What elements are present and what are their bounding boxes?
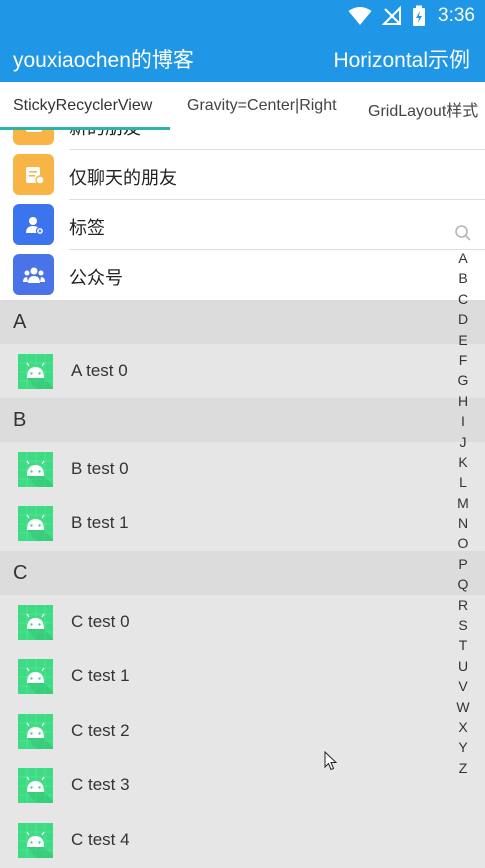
header-item-tags[interactable]: 标签 bbox=[0, 200, 485, 250]
section-letter: A bbox=[13, 311, 27, 333]
index-letter-r[interactable]: R bbox=[450, 595, 476, 615]
horizontal-example-button[interactable]: Horizontal示例 bbox=[333, 44, 470, 74]
tab-bar: StickyRecyclerView Gravity=Center|Right … bbox=[0, 82, 485, 131]
index-letter-d[interactable]: D bbox=[450, 309, 476, 329]
list-item-label: C test 1 bbox=[71, 666, 130, 685]
status-time: 3:36 bbox=[438, 5, 475, 26]
index-letter-s[interactable]: S bbox=[450, 615, 476, 635]
section-letter: C bbox=[13, 562, 28, 584]
index-letter-c[interactable]: C bbox=[450, 289, 476, 309]
android-icon bbox=[18, 659, 53, 694]
index-letter-l[interactable]: L bbox=[450, 472, 476, 492]
list-item-label: C test 4 bbox=[71, 830, 130, 849]
list-item[interactable]: C test 4 bbox=[0, 813, 485, 867]
index-letter-b[interactable]: B bbox=[450, 268, 476, 288]
index-letter-x[interactable]: X bbox=[450, 717, 476, 737]
list-item-label: A test 0 bbox=[71, 361, 128, 380]
index-letter-p[interactable]: P bbox=[450, 554, 476, 574]
header-item-label: 公众号 bbox=[69, 268, 123, 288]
no-signal-icon bbox=[382, 6, 402, 25]
android-icon bbox=[18, 452, 53, 487]
android-icon bbox=[18, 823, 53, 858]
index-letter-o[interactable]: O bbox=[450, 533, 476, 553]
list-item[interactable]: A test 0 bbox=[0, 344, 485, 398]
list-item-label: C test 2 bbox=[71, 721, 130, 740]
list-item-label: C test 0 bbox=[71, 612, 130, 631]
list-item[interactable]: C test 3 bbox=[0, 758, 485, 812]
android-icon bbox=[18, 768, 53, 803]
group-icon bbox=[13, 254, 54, 295]
index-letter-z[interactable]: Z bbox=[450, 758, 476, 778]
list-item[interactable]: B test 0 bbox=[0, 442, 485, 496]
header-item-label: 仅聊天的朋友 bbox=[69, 168, 177, 188]
index-letter-i[interactable]: I bbox=[450, 411, 476, 431]
tag-user-icon bbox=[13, 204, 54, 245]
header-item-chat-only-friends[interactable]: 仅聊天的朋友 bbox=[0, 150, 485, 200]
section-header-c: C bbox=[0, 551, 485, 595]
index-letter-k[interactable]: K bbox=[450, 452, 476, 472]
app-title: youxiaochen的博客 bbox=[13, 49, 194, 72]
index-letter-q[interactable]: Q bbox=[450, 574, 476, 594]
list-item[interactable]: C test 2 bbox=[0, 704, 485, 758]
header-item-new-friends[interactable]: 新的朋友 bbox=[0, 130, 485, 150]
android-icon bbox=[18, 354, 53, 389]
index-letter-h[interactable]: H bbox=[450, 391, 476, 411]
chat-card-icon bbox=[13, 154, 54, 195]
list-item-label: C test 3 bbox=[71, 775, 130, 794]
app-bar: youxiaochen的博客 Horizontal示例 bbox=[0, 32, 485, 82]
battery-charging-icon bbox=[413, 5, 426, 26]
index-letters: ABCDEFGHIJKLMNOPQRSTUVWXYZ bbox=[450, 248, 476, 778]
index-letter-g[interactable]: G bbox=[450, 370, 476, 390]
list-item[interactable]: C test 0 bbox=[0, 595, 485, 649]
section-letter: B bbox=[13, 409, 27, 431]
wifi-icon bbox=[348, 7, 372, 25]
header-item-label: 新的朋友 bbox=[69, 130, 141, 140]
header-item-official-accounts[interactable]: 公众号 bbox=[0, 250, 485, 300]
header-item-label: 标签 bbox=[69, 218, 105, 238]
index-letter-y[interactable]: Y bbox=[450, 737, 476, 757]
index-letter-t[interactable]: T bbox=[450, 635, 476, 655]
index-letter-e[interactable]: E bbox=[450, 330, 476, 350]
list-item[interactable]: B test 1 bbox=[0, 496, 485, 550]
tab-gravity-center-right[interactable]: Gravity=Center|Right bbox=[187, 97, 337, 115]
mouse-cursor-icon bbox=[324, 751, 338, 771]
index-letter-a[interactable]: A bbox=[450, 248, 476, 268]
section-header-b: B bbox=[0, 398, 485, 442]
list-item-label: B test 0 bbox=[71, 459, 129, 478]
index-letter-f[interactable]: F bbox=[450, 350, 476, 370]
contact-list[interactable]: 新的朋友 仅聊天的朋友 bbox=[0, 130, 485, 868]
android-icon bbox=[18, 714, 53, 749]
tab-sticky-recycler-view[interactable]: StickyRecyclerView bbox=[13, 97, 152, 115]
index-letter-u[interactable]: U bbox=[450, 656, 476, 676]
android-icon bbox=[18, 605, 53, 640]
list-item-label: B test 1 bbox=[71, 513, 129, 532]
search-icon[interactable] bbox=[454, 224, 472, 242]
index-letter-v[interactable]: V bbox=[450, 676, 476, 696]
person-add-icon bbox=[13, 130, 54, 145]
index-letter-j[interactable]: J bbox=[450, 432, 476, 452]
tab-gridlayout[interactable]: GridLayout样式 bbox=[368, 97, 478, 121]
section-header-a: A bbox=[0, 300, 485, 344]
status-bar: 3:36 bbox=[0, 0, 485, 32]
android-icon bbox=[18, 506, 53, 541]
index-letter-n[interactable]: N bbox=[450, 513, 476, 533]
list-item[interactable]: C test 1 bbox=[0, 649, 485, 703]
index-letter-w[interactable]: W bbox=[450, 697, 476, 717]
app-screen: 3:36 youxiaochen的博客 Horizontal示例 StickyR… bbox=[0, 0, 485, 868]
index-letter-m[interactable]: M bbox=[450, 493, 476, 513]
